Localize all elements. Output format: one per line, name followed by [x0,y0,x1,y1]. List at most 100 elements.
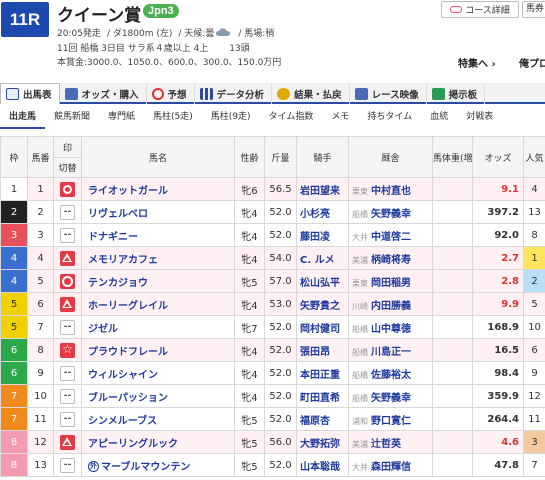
trainer-name[interactable]: 柄崎将寿 [371,255,411,266]
horse-name[interactable]: ブルーパッション [81,384,235,408]
subtab-past9[interactable]: 馬柱(9走) [202,106,260,129]
tab-odds[interactable]: オッズ・購入 [60,83,147,104]
mark-none-icon[interactable]: -- [60,411,75,427]
trainer-name[interactable]: 山中尊徳 [371,324,411,335]
mark-none-icon[interactable]: -- [60,204,75,220]
jockey-link[interactable]: 藤田凌 [296,223,349,247]
trainer-cell[interactable]: 栗東 岡田稲男 [348,269,433,293]
odds-cell[interactable]: 9.1 [472,177,524,201]
course-detail-button[interactable]: コース詳細 [441,1,519,18]
jockey-link[interactable]: 大野拓弥 [296,430,349,454]
odds-cell[interactable]: 168.9 [472,315,524,339]
mark-cell[interactable] [53,177,82,201]
tab-board[interactable]: 掲示板 [427,83,486,104]
trainer-cell[interactable]: 栗東 中村直也 [348,177,433,201]
mark-cell[interactable] [53,338,82,362]
trainer-cell[interactable]: 船橋 川島正一 [348,338,433,362]
horse-name[interactable]: ライオットガール [81,177,235,201]
odds-cell[interactable]: 359.9 [472,384,524,408]
subtab-time-index[interactable]: タイム指数 [260,106,323,129]
header-odds[interactable]: オッズ [472,136,524,178]
mark-none-icon[interactable]: -- [60,365,75,381]
odds-cell[interactable]: 92.0 [472,223,524,247]
triangle-mark-icon[interactable] [60,434,75,450]
trainer-cell[interactable]: 浦和 野口寛仁 [348,407,433,431]
mark-none-icon[interactable]: -- [60,388,75,404]
star-mark-icon[interactable] [60,342,75,358]
double-circle-mark-icon[interactable] [60,181,75,197]
odds-cell[interactable]: 16.5 [472,338,524,362]
other-link[interactable]: 俺プロ [519,55,545,70]
triangle-mark-icon[interactable] [60,296,75,312]
subtab-runners[interactable]: 出走馬 [0,106,46,129]
jockey-link[interactable]: 矢野貴之 [296,292,349,316]
jockey-link[interactable]: 福原杏 [296,407,349,431]
jockey-link[interactable]: 岩田望来 [296,177,349,201]
mark-none-icon[interactable]: -- [60,319,75,335]
horse-name[interactable]: シンメルーブス [81,407,235,431]
horse-name[interactable]: 外マーブルマウンテン [81,453,235,477]
trainer-name[interactable]: 矢野義幸 [371,393,411,404]
jockey-link[interactable]: 本田正重 [296,361,349,385]
trainer-name[interactable]: 野口寛仁 [371,416,411,427]
mark-cell[interactable] [53,430,82,454]
mark-cell[interactable]: -- [53,407,82,431]
tab-video[interactable]: レース映像 [350,83,427,104]
horse-name[interactable]: メモリアカフェ [81,246,235,270]
jockey-link[interactable]: C. ルメ [296,246,349,270]
odds-cell[interactable]: 2.7 [472,246,524,270]
trainer-name[interactable]: 川島正一 [371,347,411,358]
horse-name[interactable]: アピーリングルック [81,430,235,454]
odds-cell[interactable]: 47.8 [472,453,524,477]
mark-none-icon[interactable]: -- [60,457,75,473]
subtab-past5[interactable]: 馬柱(5走) [144,106,202,129]
trainer-name[interactable]: 佐藤裕太 [371,370,411,381]
trainer-cell[interactable]: 船橋 佐藤裕太 [348,361,433,385]
tab-prediction[interactable]: 予想 [147,83,195,104]
mark-none-icon[interactable]: -- [60,227,75,243]
mark-cell[interactable] [53,292,82,316]
trainer-cell[interactable]: 大井 森田輝信 [348,453,433,477]
horse-name[interactable]: ドナギニー [81,223,235,247]
odds-cell[interactable]: 4.6 [472,430,524,454]
horse-name[interactable]: プラウドフレール [81,338,235,362]
trainer-cell[interactable]: 美浦 柄崎将寿 [348,246,433,270]
mark-cell[interactable]: -- [53,223,82,247]
trainer-name[interactable]: 辻哲英 [371,439,401,450]
jockey-link[interactable]: 山本聡哉 [296,453,349,477]
horse-name[interactable]: ウィルシャイン [81,361,235,385]
mark-cell[interactable]: -- [53,200,82,224]
trainer-name[interactable]: 中村直也 [371,186,411,197]
trainer-name[interactable]: 内田勝義 [371,301,411,312]
jockey-link[interactable]: 張田昂 [296,338,349,362]
subtab-matchup[interactable]: 対戦表 [457,106,502,129]
trainer-name[interactable]: 矢野義幸 [371,209,411,220]
odds-cell[interactable]: 2.8 [472,269,524,293]
horse-name[interactable]: ホーリーグレイル [81,292,235,316]
bet-button[interactable]: 馬券 [522,1,545,18]
odds-cell[interactable]: 264.4 [472,407,524,431]
tab-results[interactable]: 結果・払戻 [272,83,350,104]
subtab-memo[interactable]: メモ [322,106,358,129]
subtab-pedigree[interactable]: 血統 [421,106,457,129]
trainer-cell[interactable]: 美浦 辻哲英 [348,430,433,454]
jockey-link[interactable]: 小杉亮 [296,200,349,224]
trainer-cell[interactable]: 船橋 山中尊徳 [348,315,433,339]
odds-cell[interactable]: 98.4 [472,361,524,385]
circle-mark-icon[interactable] [60,273,75,289]
triangle-mark-icon[interactable] [60,250,75,266]
horse-name[interactable]: テンカジョウ [81,269,235,293]
mark-cell[interactable]: -- [53,361,82,385]
mark-cell[interactable] [53,246,82,270]
subtab-specialist[interactable]: 専門紙 [99,106,144,129]
trainer-cell[interactable]: 大井 中道啓二 [348,223,433,247]
trainer-name[interactable]: 岡田稲男 [371,278,411,289]
mark-cell[interactable] [53,269,82,293]
tab-data[interactable]: データ分析 [195,83,273,104]
header-popularity[interactable]: 人気 [523,136,545,178]
jockey-link[interactable]: 町田直希 [296,384,349,408]
horse-name[interactable]: ジゼル [81,315,235,339]
subtab-best-time[interactable]: 持ちタイム [358,106,421,129]
mark-cell[interactable]: -- [53,384,82,408]
trainer-name[interactable]: 森田輝信 [371,462,411,473]
